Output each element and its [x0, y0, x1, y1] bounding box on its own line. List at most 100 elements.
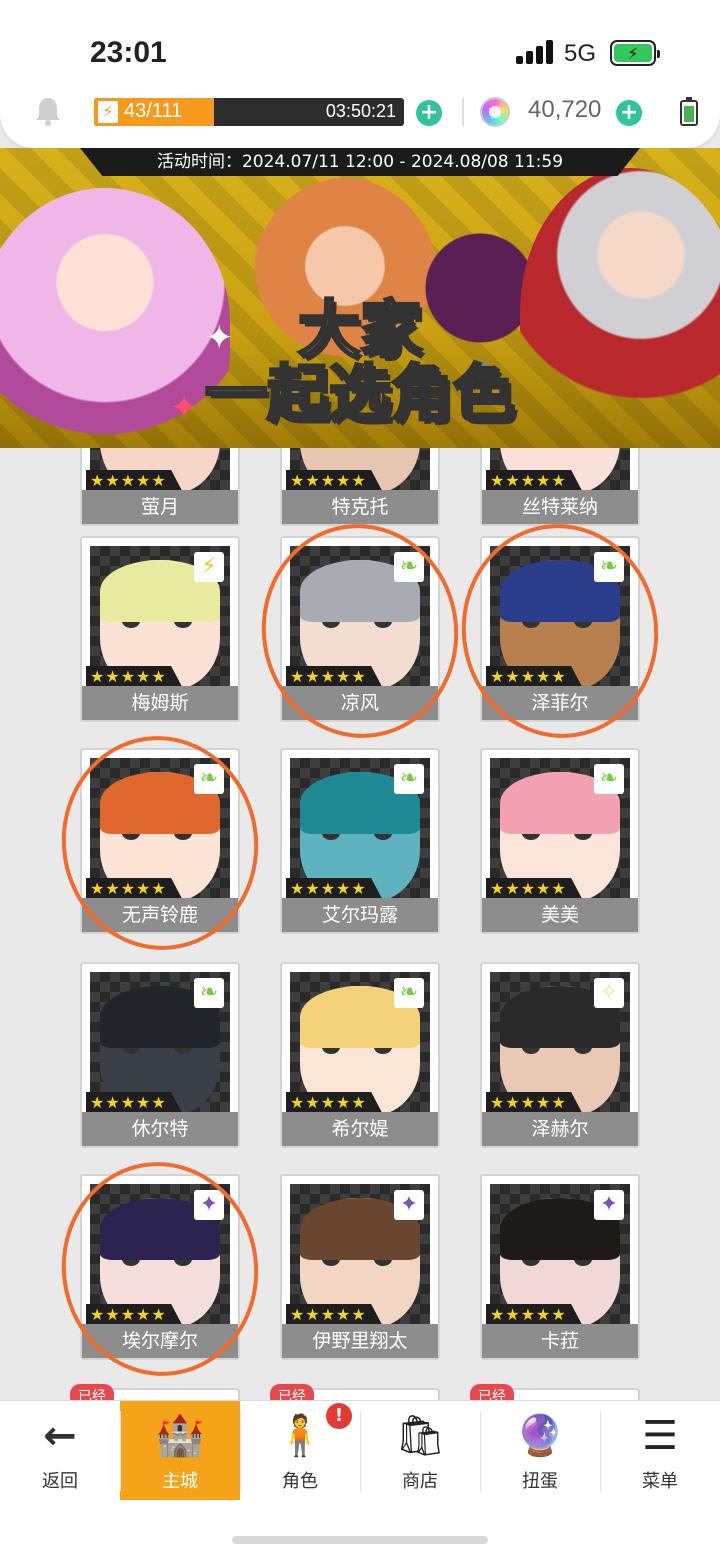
leaf-element-icon: ❧: [594, 764, 624, 794]
event-banner[interactable]: 活动时间：2024.07/11 12:00 - 2024.08/08 11:59…: [0, 148, 720, 448]
leaf-element-icon: ❧: [194, 764, 224, 794]
character-name: 埃尔摩尔: [82, 1324, 238, 1358]
menu-icon: ☰: [642, 1413, 678, 1459]
leaf-element-icon: ❧: [394, 552, 424, 582]
character-icon: 🧍: [275, 1413, 325, 1459]
lightning-icon: ⚡: [98, 101, 118, 123]
star-rating: ★★★★★: [86, 1304, 183, 1326]
castle-icon: 🏰: [155, 1413, 205, 1459]
character-card[interactable]: ✦ ★★★★★ 卡菈: [480, 1174, 640, 1360]
character-name: 丝特莱纳: [482, 490, 638, 524]
dark-element-icon: ✦: [594, 1190, 624, 1220]
nav-castle[interactable]: 🏰 主城: [120, 1401, 240, 1501]
character-name: 凉风: [282, 686, 438, 720]
status-bar: 23:01 5G ⚡: [0, 0, 720, 80]
character-name: 泽菲尔: [482, 686, 638, 720]
leaf-element-icon: ❧: [394, 764, 424, 794]
leaf-element-icon: ❧: [394, 978, 424, 1008]
nav-menu[interactable]: ☰ 菜单: [600, 1401, 720, 1501]
gacha-icon: 🔮: [515, 1413, 565, 1459]
nav-divider: [480, 1411, 481, 1491]
signal-icon: [516, 40, 554, 64]
character-card[interactable]: 已经: [470, 1384, 640, 1400]
back-arrow-icon: ←: [43, 1413, 77, 1459]
divider: [462, 98, 464, 126]
nav-gacha[interactable]: 🔮 扭蛋: [480, 1401, 600, 1501]
banner-title-line1: 大家: [296, 293, 423, 366]
nav-label: 商店: [402, 1471, 438, 1492]
dark-element-icon: ✦: [394, 1190, 424, 1220]
add-energy-button[interactable]: +: [416, 100, 442, 126]
leaf-element-icon: ❧: [194, 978, 224, 1008]
clock: 23:01: [90, 36, 167, 69]
character-card[interactable]: ❧★★★★★特克托: [280, 448, 440, 526]
character-name: 伊野里翔太: [282, 1324, 438, 1358]
energy-timer: 03:50:21: [325, 101, 396, 121]
nav-divider: [360, 1411, 361, 1491]
resource-bar: ⚡ 43/111 03:50:21 + 40,720 +: [0, 80, 720, 148]
star-rating: ★★★★★: [86, 878, 183, 900]
energy-count: 43/111: [124, 100, 183, 122]
character-card[interactable]: ❧ ★★★★★ 无声铃鹿: [80, 748, 240, 934]
nav-divider: [240, 1411, 241, 1491]
character-name: 希尔媞: [282, 1112, 438, 1146]
star-rating: ★★★★★: [486, 878, 583, 900]
character-card[interactable]: ❧ ★★★★★ 凉风: [280, 536, 440, 722]
character-name: 艾尔玛露: [282, 898, 438, 932]
character-card[interactable]: ❧★★★★★萤月: [80, 448, 240, 526]
shop-icon: 🛍: [395, 1413, 446, 1459]
nav-label: 菜单: [642, 1471, 678, 1492]
character-name: 泽赫尔: [482, 1112, 638, 1146]
character-card[interactable]: ❧ ★★★★★ 休尔特: [80, 962, 240, 1148]
gem-count: 40,720: [528, 96, 602, 123]
character-card[interactable]: ⚡ ★★★★★ 梅姆斯: [80, 536, 240, 722]
star-rating: ★★★★★: [486, 1304, 583, 1326]
character-card[interactable]: ❧ ★★★★★ 艾尔玛露: [280, 748, 440, 934]
star-rating: ★★★★★: [286, 1092, 383, 1114]
leaf-element-icon: ❧: [594, 552, 624, 582]
energy-bar: ⚡ 43/111 03:50:21: [94, 98, 404, 126]
light-element-icon: ✧: [594, 978, 624, 1008]
event-time: 活动时间：2024.07/11 12:00 - 2024.08/08 11:59: [80, 148, 640, 176]
owned-tag: 已经: [270, 1384, 314, 1400]
nav-shop[interactable]: 🛍 商店: [360, 1401, 480, 1501]
home-bar-area: [0, 1500, 720, 1561]
character-card[interactable]: ❧ ★★★★★ 美美: [480, 748, 640, 934]
banner-title-line2: 一起选角色: [203, 357, 516, 430]
nav-divider: [600, 1411, 601, 1491]
character-card[interactable]: 已经: [270, 1384, 440, 1400]
bolt-element-icon: ⚡: [194, 552, 224, 582]
character-card[interactable]: ❧★★★★★丝特莱纳: [480, 448, 640, 526]
network-type: 5G: [564, 40, 597, 67]
character-name: 萤月: [82, 490, 238, 524]
nav-divider: [120, 1411, 121, 1491]
home-indicator[interactable]: [232, 1536, 488, 1544]
banner-title: 大家 一起选角色: [200, 293, 520, 430]
character-card[interactable]: ✧ ★★★★★ 泽赫尔: [480, 962, 640, 1148]
nav-character[interactable]: 🧍! 角色: [240, 1401, 360, 1501]
dark-element-icon: ✦: [194, 1190, 224, 1220]
star-rating: ★★★★★: [86, 666, 183, 688]
character-card[interactable]: ❧ ★★★★★ 泽菲尔: [480, 536, 640, 722]
character-name: 休尔特: [82, 1112, 238, 1146]
star-rating: ★★★★★: [486, 1092, 583, 1114]
star-rating: ★★★★★: [286, 666, 383, 688]
star-rating: ★★★★★: [286, 1304, 383, 1326]
star-rating: ★★★★★: [286, 878, 383, 900]
nav-back-arrow[interactable]: ← 返回: [0, 1401, 120, 1501]
character-card[interactable]: 已经: [70, 1384, 240, 1400]
owned-tag: 已经: [470, 1384, 514, 1400]
character-grid: ❧★★★★★萤月❧★★★★★特克托❧★★★★★丝特莱纳⚡★★★★★梅姆斯❧★★★…: [0, 448, 720, 1400]
nav-label: 角色: [282, 1471, 318, 1492]
character-name: 卡菈: [482, 1324, 638, 1358]
character-name: 特克托: [282, 490, 438, 524]
star-rating: ★★★★★: [486, 470, 583, 492]
add-gems-button[interactable]: +: [616, 100, 642, 126]
bell-icon[interactable]: [34, 96, 62, 126]
owned-tag: 已经: [70, 1384, 114, 1400]
character-card[interactable]: ✦ ★★★★★ 伊野里翔太: [280, 1174, 440, 1360]
star-rating: ★★★★★: [86, 1092, 183, 1114]
character-card[interactable]: ❧ ★★★★★ 希尔媞: [280, 962, 440, 1148]
character-card[interactable]: ✦ ★★★★★ 埃尔摩尔: [80, 1174, 240, 1360]
character-name: 无声铃鹿: [82, 898, 238, 932]
